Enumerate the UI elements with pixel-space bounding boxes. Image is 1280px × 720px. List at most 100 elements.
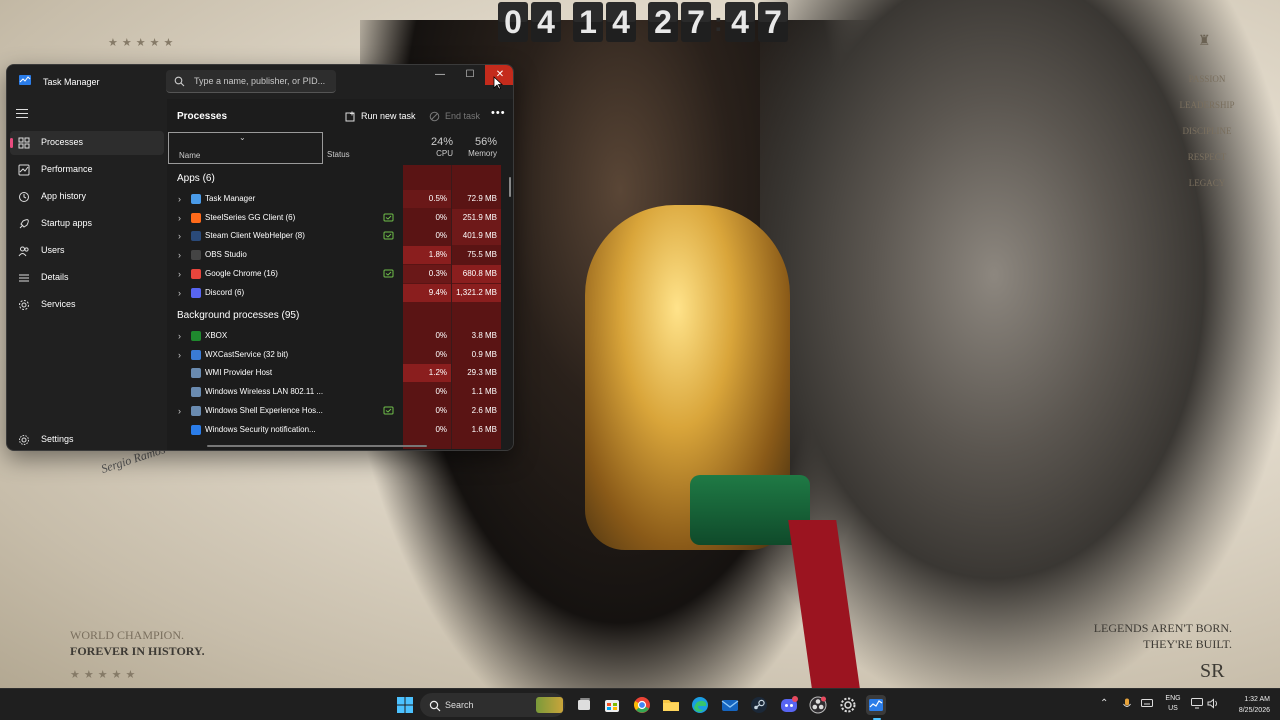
performance-icon — [18, 164, 30, 176]
sidebar-item-settings[interactable]: Settings — [10, 428, 164, 450]
task-manager-app-icon — [19, 75, 31, 85]
discord-icon[interactable] — [779, 695, 799, 715]
task-manager-window: Task Manager — ☐ ✕ Processes Performance — [6, 64, 514, 451]
virtue: DISCIPLINE — [1182, 126, 1232, 136]
table-row[interactable]: › Task Manager 0.5% 72.9 MB — [167, 190, 513, 208]
clock-separator: : — [714, 6, 723, 37]
sidebar-item-processes[interactable]: Processes — [10, 131, 164, 155]
microphone-icon[interactable] — [1122, 698, 1132, 713]
table-row[interactable]: › SteelSeries GG Client (6) 0% 251.9 MB — [167, 208, 513, 227]
vertical-scrollbar[interactable] — [509, 177, 511, 197]
mail-icon[interactable] — [720, 695, 740, 715]
virtue: RESPECT — [1187, 152, 1227, 162]
process-icon — [191, 231, 201, 242]
sidebar-item-performance[interactable]: Performance — [10, 158, 164, 182]
wallpaper-legends-text: LEGENDS AREN'T BORN. THEY'RE BUILT. — [1094, 620, 1232, 652]
background-group-title[interactable]: Background processes (95) — [177, 310, 299, 321]
expand-chevron-icon[interactable]: › — [178, 406, 181, 416]
file-explorer-icon[interactable] — [661, 695, 681, 715]
efficiency-mode-icon — [383, 212, 394, 223]
taskbar: Search ⌃ ENG US 1:32 AM 8/25/2026 — [0, 688, 1280, 720]
apps-group-title[interactable]: Apps (6) — [177, 173, 215, 184]
wallpaper-stars-top: ★★★★★ — [108, 37, 178, 49]
maximize-button[interactable]: ☐ — [455, 65, 485, 85]
sidebar-item-startup-apps[interactable]: Startup apps — [10, 212, 164, 236]
column-name-header[interactable]: ⌄ Name — [168, 132, 323, 164]
edge-icon[interactable] — [690, 695, 710, 715]
hamburger-menu-icon[interactable] — [16, 109, 28, 119]
keyboard-icon[interactable] — [1141, 698, 1153, 711]
process-memory: 1,321.2 MB — [452, 283, 501, 302]
table-row[interactable]: Windows Security notification... 0% 1.6 MB — [167, 421, 513, 439]
more-options-icon[interactable]: ••• — [491, 107, 506, 119]
trophy-icon: ♜ — [1198, 32, 1211, 48]
virtue: PASSION — [1188, 74, 1226, 84]
table-row[interactable]: WMI Provider Host 1.2% 29.3 MB — [167, 364, 513, 383]
expand-chevron-icon[interactable]: › — [178, 213, 181, 223]
sidebar-item-details[interactable]: Details — [10, 266, 164, 290]
expand-chevron-icon[interactable]: › — [178, 288, 181, 298]
search-box[interactable] — [166, 70, 336, 93]
table-row[interactable]: › Discord (6) 9.4% 1,321.2 MB — [167, 283, 513, 302]
sidebar-item-services[interactable]: Services — [10, 293, 164, 317]
expand-chevron-icon[interactable]: › — [178, 331, 181, 341]
taskbar-search-box[interactable]: Search — [420, 693, 565, 717]
minimize-button[interactable]: — — [425, 65, 455, 85]
window-title: Task Manager — [43, 77, 100, 87]
table-row[interactable]: › Google Chrome (16) 0.3% 680.8 MB — [167, 264, 513, 283]
cpu-label: CPU — [436, 149, 453, 158]
settings-gear-icon[interactable] — [838, 695, 858, 715]
sidebar-item-label: Details — [41, 272, 69, 282]
language-indicator[interactable]: ENG US — [1163, 694, 1183, 714]
table-row[interactable]: › Windows Shell Experience Hos... 0% 2.6 MB — [167, 402, 513, 420]
expand-chevron-icon[interactable]: › — [178, 350, 181, 360]
expand-chevron-icon[interactable]: › — [178, 250, 181, 260]
expand-chevron-icon[interactable]: › — [178, 231, 181, 241]
expand-chevron-icon[interactable]: › — [178, 269, 181, 279]
column-memory-header[interactable]: 56% Memory — [457, 136, 497, 158]
language-line-1: ENG — [1165, 695, 1181, 702]
process-name: Google Chrome (16) — [205, 268, 278, 278]
table-row[interactable]: Windows Wireless LAN 802.11 ... 0% 1.1 MB — [167, 383, 513, 401]
run-new-task-label: Run new task — [361, 111, 416, 121]
table-row[interactable]: › WXCastService (32 bit) 0% 0.9 MB — [167, 346, 513, 364]
task-view-icon[interactable] — [574, 695, 594, 715]
network-icon[interactable] — [1191, 698, 1203, 712]
start-button[interactable] — [395, 695, 415, 715]
table-row[interactable]: › Steam Client WebHelper (8) 0% 401.9 MB — [167, 227, 513, 246]
end-task-button[interactable]: End task — [429, 108, 480, 124]
sidebar-item-app-history[interactable]: App history — [10, 185, 164, 209]
task-manager-taskbar-icon[interactable] — [866, 695, 886, 715]
clock-digit: 4 — [606, 2, 636, 42]
table-row[interactable]: › XBOX 0% 3.8 MB — [167, 327, 513, 345]
taskbar-search-label: Search — [445, 700, 474, 710]
column-cpu-header[interactable]: 24% CPU — [409, 136, 453, 158]
search-icon — [174, 76, 185, 87]
details-icon — [18, 272, 30, 284]
run-new-task-button[interactable]: Run new task — [345, 108, 416, 124]
volume-icon[interactable] — [1207, 698, 1219, 712]
search-input[interactable] — [194, 70, 334, 92]
table-row[interactable]: › OBS Studio 1.8% 75.5 MB — [167, 246, 513, 265]
process-icon — [191, 405, 201, 416]
horizontal-scrollbar[interactable] — [207, 445, 427, 447]
process-name: Task Manager — [205, 194, 256, 203]
steam-icon[interactable] — [749, 695, 769, 715]
clock-date-display[interactable]: 1:32 AM 8/25/2026 — [1220, 694, 1270, 716]
title-bar[interactable]: Task Manager — ☐ ✕ — [7, 65, 513, 99]
clock-digit: 2 — [648, 2, 678, 42]
column-status-header[interactable]: Status — [327, 150, 350, 159]
process-memory: 3.8 MB — [471, 331, 497, 340]
sidebar-item-users[interactable]: Users — [10, 239, 164, 263]
page-title: Processes — [177, 111, 228, 122]
clock-digit: 4 — [531, 2, 561, 42]
chrome-icon[interactable] — [632, 695, 652, 715]
microsoft-store-icon[interactable] — [602, 695, 622, 715]
process-cpu: 0% — [435, 387, 447, 397]
show-hidden-icons-chevron-icon[interactable]: ⌃ — [1100, 698, 1108, 709]
process-cpu: 0% — [435, 212, 447, 222]
obs-studio-icon[interactable] — [808, 695, 828, 715]
virtue: LEADERSHIP — [1179, 100, 1235, 110]
expand-chevron-icon[interactable]: › — [178, 194, 181, 204]
process-memory: 72.9 MB — [467, 194, 497, 203]
